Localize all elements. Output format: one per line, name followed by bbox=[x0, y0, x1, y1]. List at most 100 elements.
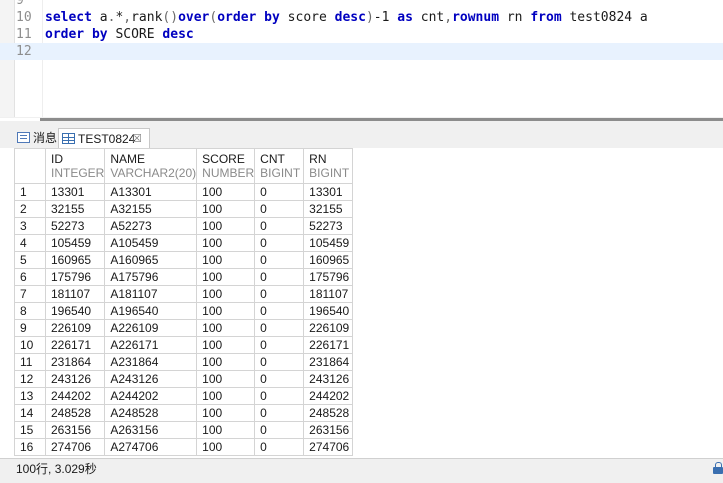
table-cell[interactable]: 100 bbox=[196, 251, 256, 269]
code-line[interactable]: 9 bbox=[0, 0, 723, 9]
table-cell[interactable]: 100 bbox=[196, 387, 256, 405]
table-cell[interactable]: 100 bbox=[196, 404, 256, 422]
table-cell[interactable]: A52273 bbox=[104, 217, 198, 235]
table-cell[interactable]: 0 bbox=[254, 268, 305, 286]
table-cell[interactable]: 100 bbox=[196, 268, 256, 286]
table-cell[interactable]: A244202 bbox=[104, 387, 198, 405]
table-cell[interactable]: 100 bbox=[196, 421, 256, 439]
table-cell[interactable]: 100 bbox=[196, 183, 256, 201]
close-tab-icon[interactable]: ☒ bbox=[132, 129, 142, 149]
table-cell[interactable]: 181107 bbox=[44, 285, 106, 303]
table-cell[interactable]: 100 bbox=[196, 336, 256, 354]
table-cell[interactable]: A181107 bbox=[104, 285, 198, 303]
table-cell[interactable]: 13301 bbox=[44, 183, 106, 201]
table-cell[interactable]: 100 bbox=[196, 285, 256, 303]
table-cell[interactable]: A231864 bbox=[104, 353, 198, 371]
table-cell[interactable]: 160965 bbox=[44, 251, 106, 269]
table-cell[interactable]: 100 bbox=[196, 302, 256, 320]
table-cell[interactable]: A263156 bbox=[104, 421, 198, 439]
table-cell[interactable]: 231864 bbox=[303, 353, 354, 371]
row-number-cell[interactable]: 3 bbox=[14, 217, 46, 235]
table-cell[interactable]: 243126 bbox=[303, 370, 354, 388]
table-cell[interactable]: 0 bbox=[254, 387, 305, 405]
table-row[interactable]: 3 52273 A52273 100 0 52273 bbox=[14, 217, 354, 235]
lock-icon[interactable] bbox=[713, 462, 723, 474]
table-row[interactable]: 12 243126 A243126 100 0 243126 bbox=[14, 370, 354, 388]
row-number-cell[interactable]: 9 bbox=[14, 319, 46, 337]
table-cell[interactable]: 196540 bbox=[44, 302, 106, 320]
table-cell[interactable]: 13301 bbox=[303, 183, 354, 201]
column-header[interactable]: ID INTEGER bbox=[44, 148, 106, 184]
row-number-cell[interactable]: 2 bbox=[14, 200, 46, 218]
table-cell[interactable]: 160965 bbox=[303, 251, 354, 269]
code-line[interactable]: 10 select a.*,rank()over(order by score d… bbox=[0, 9, 723, 26]
table-cell[interactable]: 0 bbox=[254, 217, 305, 235]
table-cell[interactable]: 0 bbox=[254, 302, 305, 320]
table-cell[interactable]: A175796 bbox=[104, 268, 198, 286]
table-row[interactable]: 9 226109 A226109 100 0 226109 bbox=[14, 319, 354, 337]
table-cell[interactable]: 100 bbox=[196, 217, 256, 235]
table-cell[interactable]: 52273 bbox=[303, 217, 354, 235]
table-cell[interactable]: A105459 bbox=[104, 234, 198, 252]
code-line[interactable]: 12 bbox=[0, 43, 723, 60]
table-row[interactable]: 11 231864 A231864 100 0 231864 bbox=[14, 353, 354, 371]
table-cell[interactable]: 244202 bbox=[303, 387, 354, 405]
table-cell[interactable]: 274706 bbox=[303, 438, 354, 456]
table-cell[interactable]: 105459 bbox=[44, 234, 106, 252]
row-number-cell[interactable]: 13 bbox=[14, 387, 46, 405]
row-number-cell[interactable]: 16 bbox=[14, 438, 46, 456]
table-cell[interactable]: 196540 bbox=[303, 302, 354, 320]
table-cell[interactable]: 226171 bbox=[44, 336, 106, 354]
table-row[interactable]: 8 196540 A196540 100 0 196540 bbox=[14, 302, 354, 320]
row-number-cell[interactable]: 1 bbox=[14, 183, 46, 201]
table-cell[interactable]: 100 bbox=[196, 200, 256, 218]
table-cell[interactable]: 52273 bbox=[44, 217, 106, 235]
table-cell[interactable]: 0 bbox=[254, 319, 305, 337]
row-number-cell[interactable]: 5 bbox=[14, 251, 46, 269]
column-header[interactable]: NAME VARCHAR2(20) bbox=[104, 148, 198, 184]
column-header[interactable]: RN BIGINT bbox=[303, 148, 354, 184]
row-number-cell[interactable]: 10 bbox=[14, 336, 46, 354]
table-cell[interactable]: 263156 bbox=[303, 421, 354, 439]
table-cell[interactable]: 243126 bbox=[44, 370, 106, 388]
column-header[interactable]: SCORE NUMBER bbox=[196, 148, 256, 184]
sql-editor[interactable]: 9 10 select a.*,rank()over(order by score … bbox=[0, 0, 723, 118]
column-header[interactable]: CNT BIGINT bbox=[254, 148, 305, 184]
table-cell[interactable]: 105459 bbox=[303, 234, 354, 252]
table-cell[interactable]: 0 bbox=[254, 421, 305, 439]
table-cell[interactable]: 175796 bbox=[44, 268, 106, 286]
table-cell[interactable]: 0 bbox=[254, 234, 305, 252]
table-cell[interactable]: 226109 bbox=[303, 319, 354, 337]
row-number-cell[interactable]: 6 bbox=[14, 268, 46, 286]
row-number-header[interactable] bbox=[14, 148, 46, 184]
table-row[interactable]: 16 274706 A274706 100 0 274706 bbox=[14, 438, 354, 456]
table-cell[interactable]: 100 bbox=[196, 438, 256, 456]
table-row[interactable]: 10 226171 A226171 100 0 226171 bbox=[14, 336, 354, 354]
row-number-cell[interactable]: 7 bbox=[14, 285, 46, 303]
table-cell[interactable]: 0 bbox=[254, 370, 305, 388]
row-number-cell[interactable]: 8 bbox=[14, 302, 46, 320]
table-cell[interactable]: 0 bbox=[254, 336, 305, 354]
code-line[interactable]: 11 order by SCORE desc bbox=[0, 26, 723, 43]
table-cell[interactable]: 248528 bbox=[44, 404, 106, 422]
table-row[interactable]: 2 32155 A32155 100 0 32155 bbox=[14, 200, 354, 218]
table-cell[interactable]: A226171 bbox=[104, 336, 198, 354]
table-cell[interactable]: 244202 bbox=[44, 387, 106, 405]
table-cell[interactable]: 0 bbox=[254, 200, 305, 218]
table-row[interactable]: 15 263156 A263156 100 0 263156 bbox=[14, 421, 354, 439]
table-row[interactable]: 6 175796 A175796 100 0 175796 bbox=[14, 268, 354, 286]
tab-result-test0824[interactable]: TEST0824 ☒ bbox=[58, 128, 150, 148]
tab-messages[interactable]: 消息 bbox=[14, 128, 58, 148]
table-cell[interactable]: 263156 bbox=[44, 421, 106, 439]
table-cell[interactable]: 100 bbox=[196, 319, 256, 337]
row-number-cell[interactable]: 14 bbox=[14, 404, 46, 422]
table-row[interactable]: 13 244202 A244202 100 0 244202 bbox=[14, 387, 354, 405]
table-cell[interactable]: 0 bbox=[254, 404, 305, 422]
table-cell[interactable]: 100 bbox=[196, 353, 256, 371]
row-number-cell[interactable]: 11 bbox=[14, 353, 46, 371]
table-cell[interactable]: A32155 bbox=[104, 200, 198, 218]
row-number-cell[interactable]: 12 bbox=[14, 370, 46, 388]
table-cell[interactable]: 226171 bbox=[303, 336, 354, 354]
table-cell[interactable]: A226109 bbox=[104, 319, 198, 337]
table-cell[interactable]: 248528 bbox=[303, 404, 354, 422]
